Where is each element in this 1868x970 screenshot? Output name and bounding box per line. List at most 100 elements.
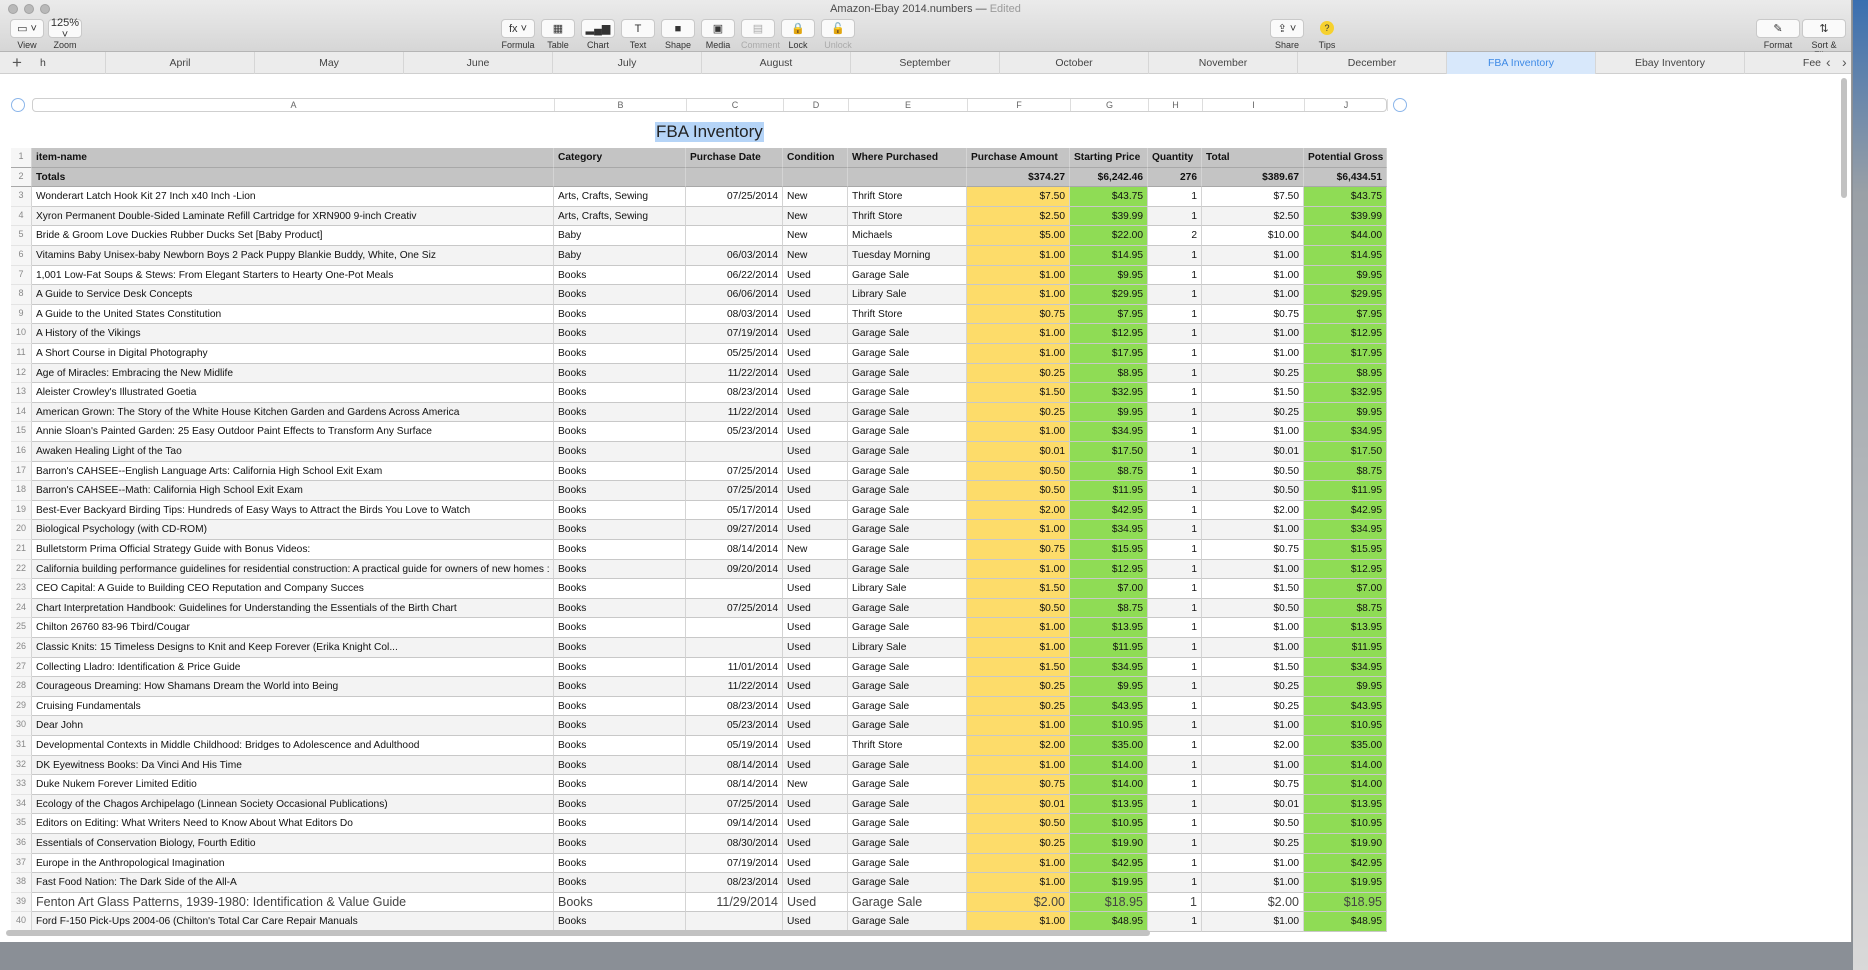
cell-quantity[interactable]: 1 [1148, 285, 1202, 305]
cell-starting-price[interactable]: $10.95 [1070, 716, 1148, 736]
cell-item-name[interactable]: Aleister Crowley's Illustrated Goetia [32, 383, 554, 403]
cell-category[interactable]: Baby [554, 246, 686, 266]
cell-condition[interactable]: Used [783, 304, 848, 325]
cell-quantity[interactable]: 1 [1148, 736, 1202, 756]
cell-where-purchased[interactable]: Garage Sale [848, 461, 967, 482]
cell-category[interactable]: Books [554, 344, 686, 364]
sheet-tab-fba-inventory[interactable]: FBA Inventory [1447, 52, 1596, 74]
row-number[interactable]: 19 [11, 500, 32, 521]
cell-category[interactable]: Books [554, 598, 686, 619]
cell-potential-gross[interactable]: $12.95 [1304, 559, 1387, 580]
cell-condition[interactable]: Used [783, 422, 848, 442]
row-number[interactable]: 13 [11, 383, 32, 403]
cell-starting-price[interactable]: $8.75 [1070, 461, 1148, 482]
cell-potential-gross[interactable]: $44.00 [1304, 226, 1387, 246]
cell-starting-price[interactable]: $14.00 [1070, 755, 1148, 776]
cell-category[interactable]: Books [554, 285, 686, 305]
row-number[interactable]: 15 [11, 422, 32, 442]
cell-where-purchased[interactable]: Garage Sale [848, 618, 967, 638]
cell-where-purchased[interactable]: Garage Sale [848, 422, 967, 442]
cell-item-name[interactable]: Best-Ever Backyard Birding Tips: Hundred… [32, 500, 554, 521]
row-number[interactable]: 38 [11, 873, 32, 893]
cell-quantity[interactable]: 1 [1148, 853, 1202, 874]
cell-starting-price[interactable]: $34.95 [1070, 520, 1148, 540]
cell-purchase-amount[interactable]: $1.00 [967, 755, 1070, 776]
cell-item-name[interactable]: Bulletstorm Prima Official Strategy Guid… [32, 540, 554, 560]
cell-total[interactable]: $1.00 [1202, 912, 1304, 932]
cell-quantity[interactable]: 1 [1148, 657, 1202, 678]
cell-category[interactable]: Books [554, 716, 686, 736]
cell-potential-gross[interactable]: $12.95 [1304, 324, 1387, 344]
row-number[interactable]: 26 [11, 638, 32, 658]
cell-purchase-amount[interactable]: $1.00 [967, 853, 1070, 874]
cell-total[interactable]: $0.25 [1202, 363, 1304, 384]
cell-total[interactable]: $1.00 [1202, 853, 1304, 874]
cell-condition[interactable]: Used [783, 794, 848, 815]
cell-where-purchased[interactable]: Garage Sale [848, 383, 967, 403]
cell-item-name[interactable]: Duke Nukem Forever Limited Editio [32, 775, 554, 795]
cell-item-name[interactable]: Totals [32, 167, 554, 188]
cell-item-name[interactable]: A Guide to Service Desk Concepts [32, 285, 554, 305]
cell-quantity[interactable]: 1 [1148, 873, 1202, 893]
cell-total[interactable]: $0.25 [1202, 402, 1304, 423]
cell-purchase-amount[interactable]: $1.50 [967, 657, 1070, 678]
cell-potential-gross[interactable]: $9.95 [1304, 677, 1387, 697]
cell-starting-price[interactable]: $42.95 [1070, 500, 1148, 521]
zoom-select-button[interactable]: 125% ˅ Zoom [48, 17, 82, 50]
select-table-handle[interactable] [11, 98, 25, 112]
cell-starting-price[interactable]: $19.95 [1070, 873, 1148, 893]
cell-category[interactable]: Books [554, 834, 686, 854]
cell-purchase-date[interactable]: 08/23/2014 [686, 383, 783, 403]
cell-potential-gross[interactable]: $42.95 [1304, 500, 1387, 521]
cell-purchase-amount[interactable]: $1.00 [967, 716, 1070, 736]
row-number[interactable]: 36 [11, 834, 32, 854]
cell-purchase-date[interactable] [686, 638, 783, 658]
cell-total[interactable]: $0.01 [1202, 442, 1304, 462]
cell-starting-price[interactable]: $9.95 [1070, 402, 1148, 423]
column-header-D[interactable]: D [784, 99, 849, 111]
cell-potential-gross[interactable]: $7.00 [1304, 579, 1387, 599]
cell-where-purchased[interactable]: Garage Sale [848, 540, 967, 560]
cell-potential-gross[interactable]: $34.95 [1304, 422, 1387, 442]
cell-potential-gross[interactable]: $35.00 [1304, 736, 1387, 756]
cell-item-name[interactable]: Dear John [32, 716, 554, 736]
cell-quantity[interactable]: 276 [1148, 167, 1202, 188]
cell-total[interactable]: $1.00 [1202, 422, 1304, 442]
cell-where-purchased[interactable]: Garage Sale [848, 814, 967, 834]
cell-potential-gross[interactable]: $32.95 [1304, 383, 1387, 403]
row-number[interactable]: 35 [11, 814, 32, 834]
cell-purchase-amount[interactable]: $0.25 [967, 696, 1070, 717]
cell-item-name[interactable]: 1,001 Low-Fat Soups & Stews: From Elegan… [32, 265, 554, 286]
cell-purchase-date[interactable]: 11/22/2014 [686, 402, 783, 423]
cell-purchase-amount[interactable]: Purchase Amount [967, 148, 1070, 168]
add-sheet-button[interactable]: + [12, 52, 22, 73]
cell-category[interactable]: Books [554, 481, 686, 501]
cell-condition[interactable] [783, 167, 848, 188]
formula-button[interactable]: fx ˅ Formula [501, 19, 535, 50]
cell-condition[interactable]: Used [783, 559, 848, 580]
cell-potential-gross[interactable]: $43.95 [1304, 696, 1387, 717]
cell-starting-price[interactable]: $12.95 [1070, 559, 1148, 580]
cell-where-purchased[interactable]: Garage Sale [848, 657, 967, 678]
row-number[interactable]: 20 [11, 520, 32, 540]
cell-where-purchased[interactable]: Thrift Store [848, 187, 967, 207]
cell-quantity[interactable]: 1 [1148, 383, 1202, 403]
cell-purchase-date[interactable]: 08/30/2014 [686, 834, 783, 854]
cell-quantity[interactable]: 1 [1148, 794, 1202, 815]
cell-category[interactable]: Books [554, 540, 686, 560]
cell-total[interactable]: $0.75 [1202, 540, 1304, 560]
cell-condition[interactable]: Used [783, 814, 848, 834]
cell-starting-price[interactable]: $22.00 [1070, 226, 1148, 246]
scroll-tabs-right-icon[interactable]: › [1842, 52, 1847, 73]
row-number[interactable]: 34 [11, 794, 32, 815]
sheet-tab-july[interactable]: July [553, 52, 702, 74]
horizontal-scrollbar[interactable] [6, 930, 1150, 936]
cell-condition[interactable]: Used [783, 383, 848, 403]
sheet-tab-fee[interactable]: Fee [1745, 52, 1825, 74]
cell-purchase-amount[interactable]: $1.00 [967, 422, 1070, 442]
cell-purchase-amount[interactable]: $0.01 [967, 442, 1070, 462]
cell-purchase-amount[interactable]: $0.75 [967, 304, 1070, 325]
cell-total[interactable]: $1.00 [1202, 285, 1304, 305]
cell-category[interactable]: Books [554, 638, 686, 658]
cell-purchase-date[interactable]: 09/27/2014 [686, 520, 783, 540]
